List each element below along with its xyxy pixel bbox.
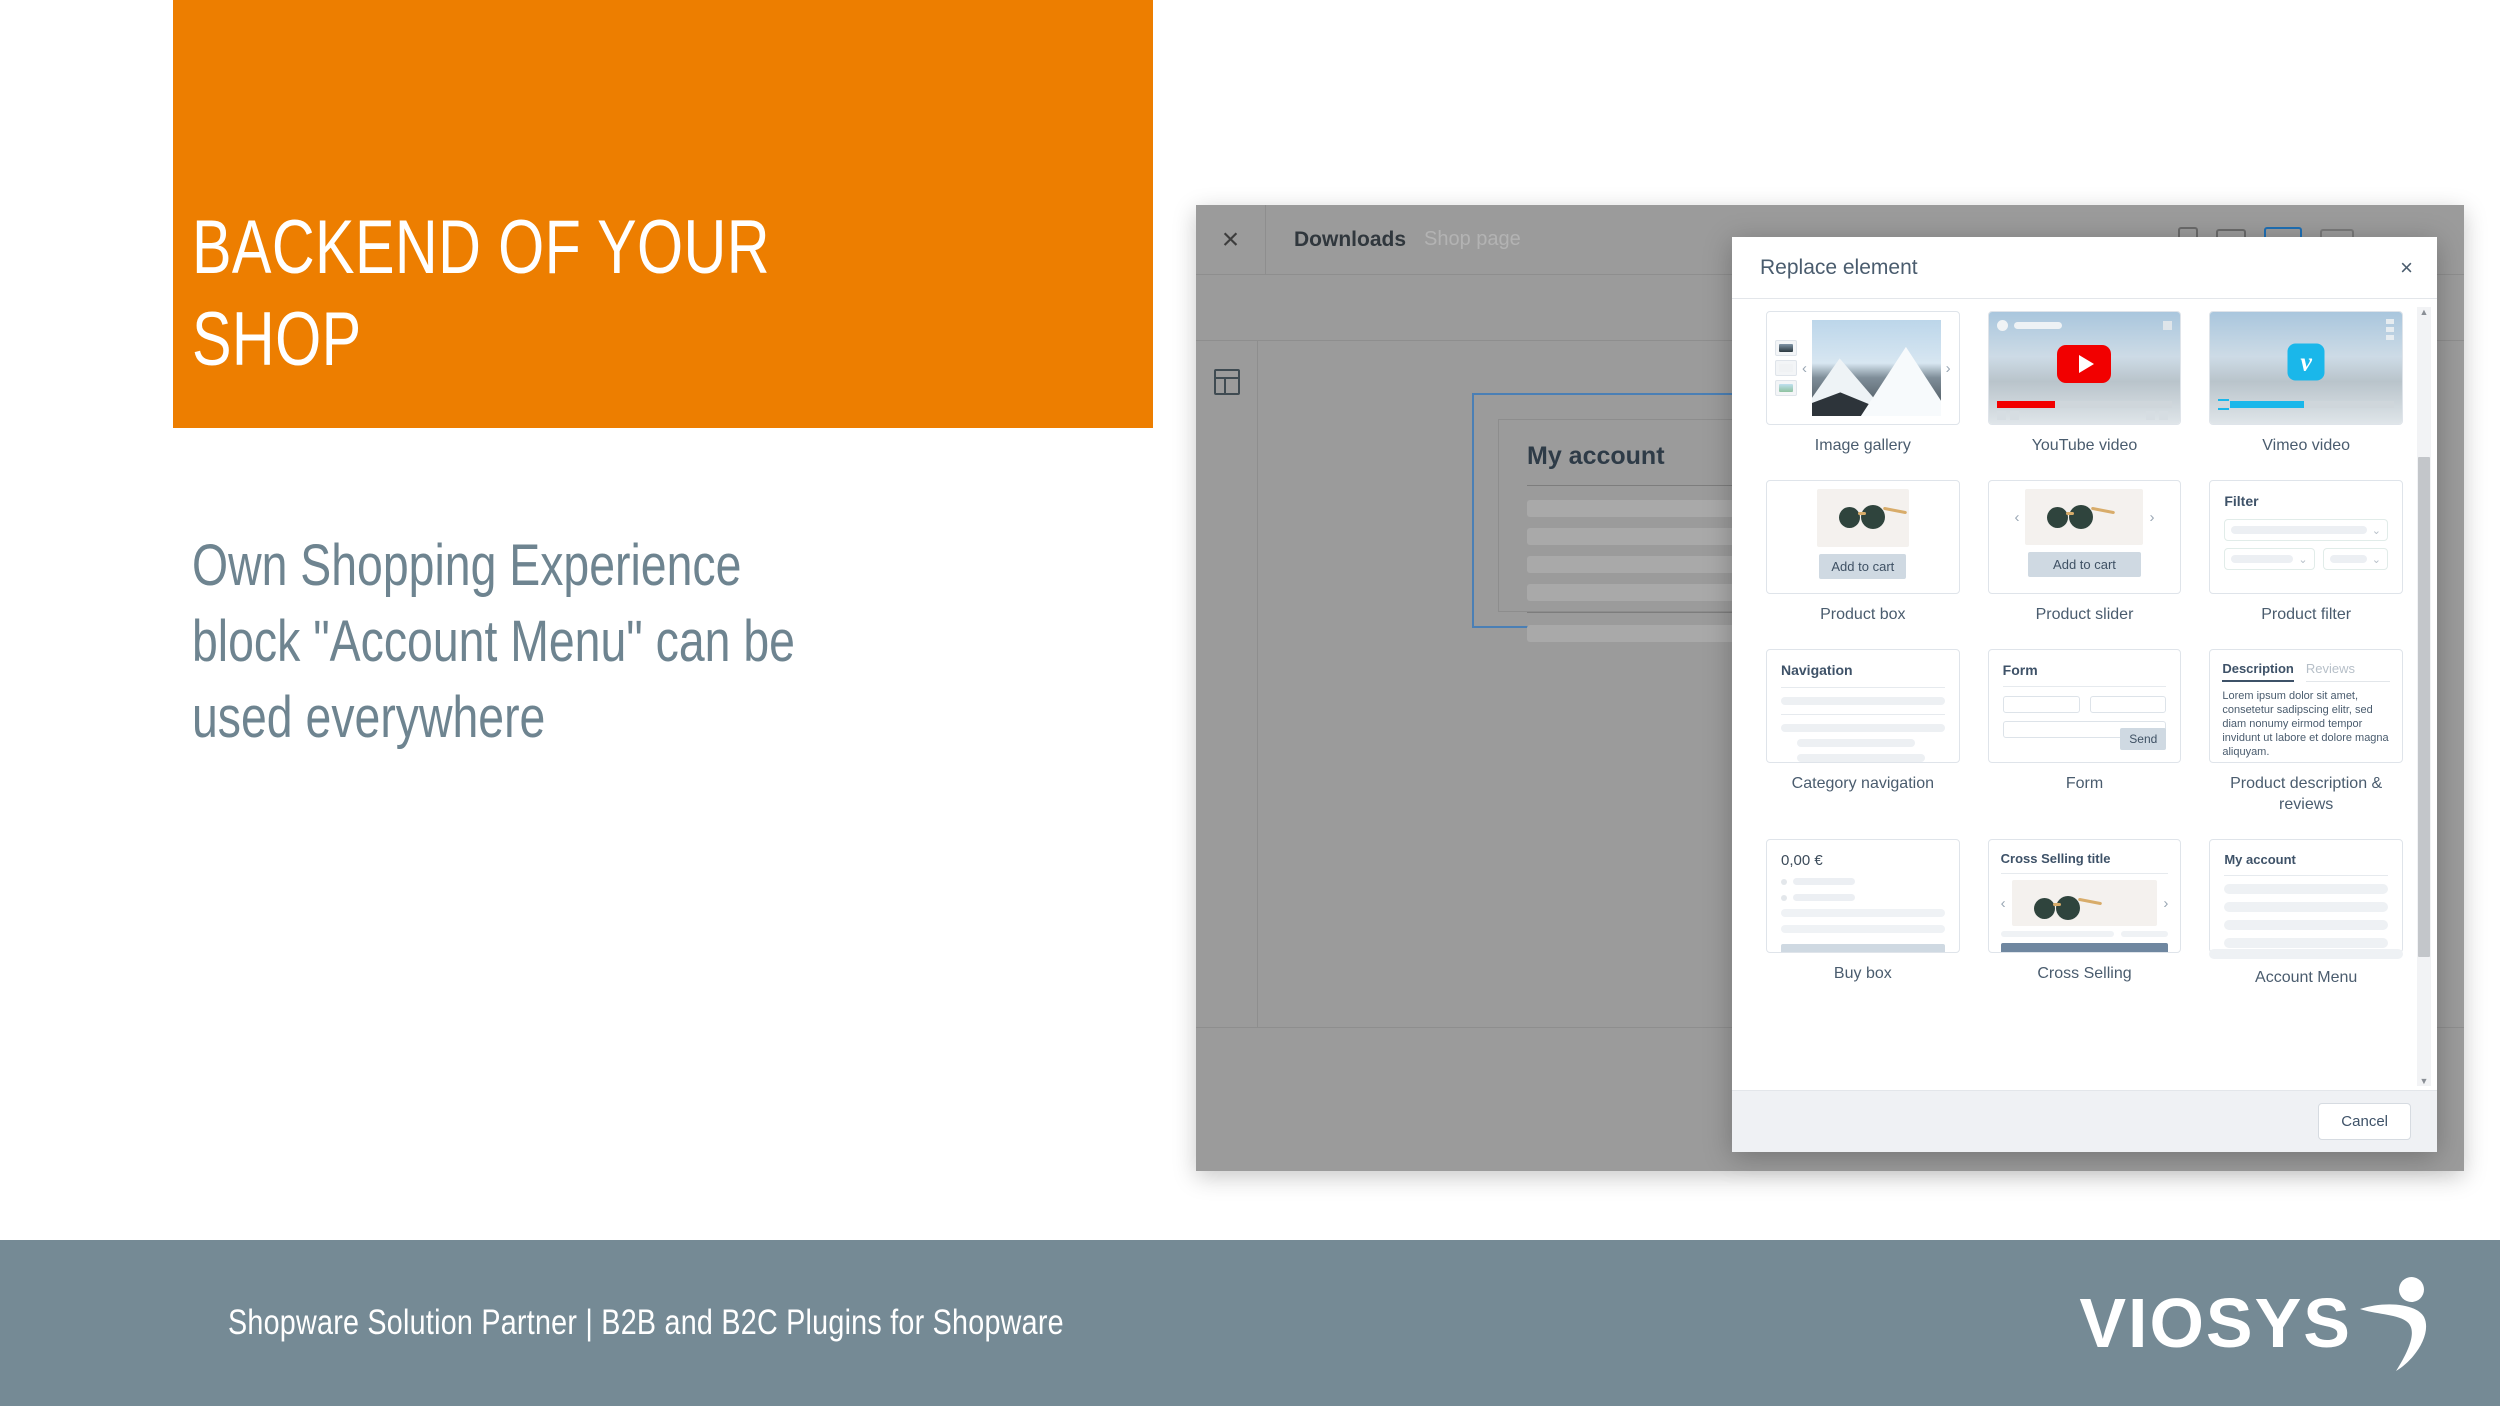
element-card-account-menu[interactable]: My account Account Menu — [2209, 839, 2403, 1006]
element-caption: Buy box — [1833, 965, 1892, 982]
element-caption: Image gallery — [1814, 437, 1911, 454]
tab-description[interactable]: Description — [2222, 661, 2294, 682]
element-grid: ‹ › Image gallery YouTube video v Vimeo … — [1766, 311, 2403, 1006]
vimeo-icon: v — [2287, 343, 2325, 381]
page-subtitle: Own Shopping Experience block "Account M… — [192, 533, 795, 750]
backend-title: Downloads — [1294, 227, 1407, 251]
page-title: BACKEND OF YOUR SHOP — [192, 205, 770, 382]
footer-tagline: Shopware Solution Partner | B2B and B2C … — [228, 1303, 1064, 1342]
element-caption: Product description & reviews — [2230, 775, 2383, 813]
filter-select[interactable]: ⌄ — [2224, 519, 2388, 541]
element-card-product-slider[interactable]: ‹ › Add to cart Product slider — [1987, 480, 2182, 643]
thumbnail: Description Reviews Lorem ipsum dolor si… — [2209, 649, 2403, 763]
close-icon[interactable]: × — [2400, 256, 2413, 279]
add-to-cart-button[interactable]: Add to cart — [1781, 944, 1945, 952]
slide-root: BACKEND OF YOUR SHOP Own Shopping Experi… — [0, 0, 2500, 1406]
modal-scrollbar[interactable]: ▲ ▼ — [2417, 307, 2431, 1086]
thumbnail: v — [2209, 311, 2403, 425]
element-caption: YouTube video — [2031, 437, 2138, 454]
thumbnail: 0,00 € Add to cart — [1766, 839, 1960, 953]
gallery-image — [1812, 320, 1941, 416]
layout-icon[interactable] — [1213, 369, 1240, 395]
element-card-vimeo-video[interactable]: v Vimeo video — [2209, 311, 2403, 474]
element-card-category-navigation[interactable]: Navigation Category navigation — [1766, 649, 1960, 833]
filter-heading: Filter — [2224, 493, 2259, 509]
element-caption: Cross Selling — [2037, 965, 2132, 982]
price-label: 0,00 € — [1781, 852, 1823, 869]
cancel-button[interactable]: Cancel — [2318, 1103, 2411, 1140]
element-card-product-filter[interactable]: Filter ⌄ ⌄ ⌄ Product filter — [2209, 480, 2403, 643]
element-caption: Account Menu — [2255, 969, 2358, 986]
thumbnail: Navigation — [1766, 649, 1960, 763]
element-card-buy-box[interactable]: 0,00 € Add to cart Buy box — [1766, 839, 1960, 1006]
scroll-up-icon[interactable]: ▲ — [2419, 307, 2429, 317]
element-caption: Product box — [1820, 606, 1906, 623]
youtube-icon — [2057, 344, 2112, 383]
thumbnail: Add to cart — [1766, 480, 1960, 594]
form-input[interactable] — [2089, 696, 2167, 713]
chevron-right-icon[interactable]: › — [2149, 510, 2154, 525]
element-card-product-description-reviews[interactable]: Description Reviews Lorem ipsum dolor si… — [2209, 649, 2403, 833]
element-card-cross-selling[interactable]: Cross Selling title ‹ › Cross Selling — [1987, 839, 2182, 1006]
modal-title: Replace element — [1760, 255, 1918, 279]
cross-selling-heading: Cross Selling title — [2000, 851, 2111, 866]
thumbnail: My account — [2209, 839, 2403, 953]
thumbnail: Form Send — [1987, 649, 2182, 763]
filter-select[interactable]: ⌄ — [2224, 548, 2315, 570]
chevron-right-icon[interactable]: › — [1946, 361, 1951, 376]
product-image — [2011, 880, 2158, 926]
element-caption: Form — [2065, 775, 2104, 792]
chevron-left-icon[interactable]: ‹ — [2001, 896, 2006, 911]
product-image — [2025, 489, 2144, 545]
thumbnail: ‹ › — [1766, 311, 1960, 425]
add-to-cart-button[interactable]: Add to cart — [2027, 552, 2142, 577]
thumbnail: Filter ⌄ ⌄ ⌄ — [2209, 480, 2403, 594]
replace-element-modal: Replace element × ‹ › Image gallery YouT… — [1732, 237, 2437, 1152]
thumbnail: Cross Selling title ‹ › — [1987, 839, 2182, 953]
slide-footer: Shopware Solution Partner | B2B and B2C … — [0, 1240, 2500, 1406]
viosys-logo: VIOSYS — [2079, 1275, 2430, 1371]
gallery-thumbnails — [1775, 340, 1797, 396]
element-card-product-box[interactable]: Add to cart Product box — [1766, 480, 1960, 643]
logo-figure-icon — [2358, 1275, 2430, 1371]
element-card-form[interactable]: Form Send Form — [1987, 649, 2182, 833]
send-button[interactable]: Send — [2120, 728, 2167, 750]
element-caption: Category navigation — [1791, 775, 1934, 792]
description-text: Lorem ipsum dolor sit amet, consetetur s… — [2222, 690, 2389, 758]
filter-select[interactable]: ⌄ — [2322, 548, 2388, 570]
form-heading: Form — [2002, 662, 2038, 678]
thumbnail — [1987, 311, 2182, 425]
thumbnail: ‹ › Add to cart — [1987, 480, 2182, 594]
add-to-cart-button[interactable]: Add to cart — [1819, 554, 1907, 579]
backend-subtitle: Shop page — [1424, 228, 1521, 250]
modal-header: Replace element × — [1732, 237, 2437, 299]
element-card-image-gallery[interactable]: ‹ › Image gallery — [1766, 311, 1960, 474]
modal-body: ‹ › Image gallery YouTube video v Vimeo … — [1732, 299, 2437, 1090]
element-card-youtube-video[interactable]: YouTube video — [1987, 311, 2182, 474]
chevron-left-icon[interactable]: ‹ — [2014, 510, 2019, 525]
element-caption: Product slider — [2035, 606, 2134, 623]
chevron-right-icon[interactable]: › — [2163, 896, 2168, 911]
scroll-down-icon[interactable]: ▼ — [2419, 1076, 2429, 1086]
modal-footer: Cancel — [1732, 1090, 2437, 1152]
product-image — [1816, 489, 1909, 547]
navigation-heading: Navigation — [1781, 662, 1853, 678]
account-menu-heading: My account — [2224, 852, 2296, 867]
tab-reviews[interactable]: Reviews — [2305, 661, 2390, 682]
logo-wordmark: VIOSYS — [2079, 1284, 2352, 1362]
form-input[interactable] — [2002, 696, 2080, 713]
scrollbar-thumb[interactable] — [2418, 457, 2430, 957]
backend-sidebar-rail — [1196, 341, 1258, 1027]
close-icon[interactable]: × — [1196, 204, 1266, 275]
element-caption: Vimeo video — [2262, 437, 2351, 454]
element-caption: Product filter — [2261, 606, 2352, 623]
chevron-left-icon[interactable]: ‹ — [1802, 361, 1807, 376]
